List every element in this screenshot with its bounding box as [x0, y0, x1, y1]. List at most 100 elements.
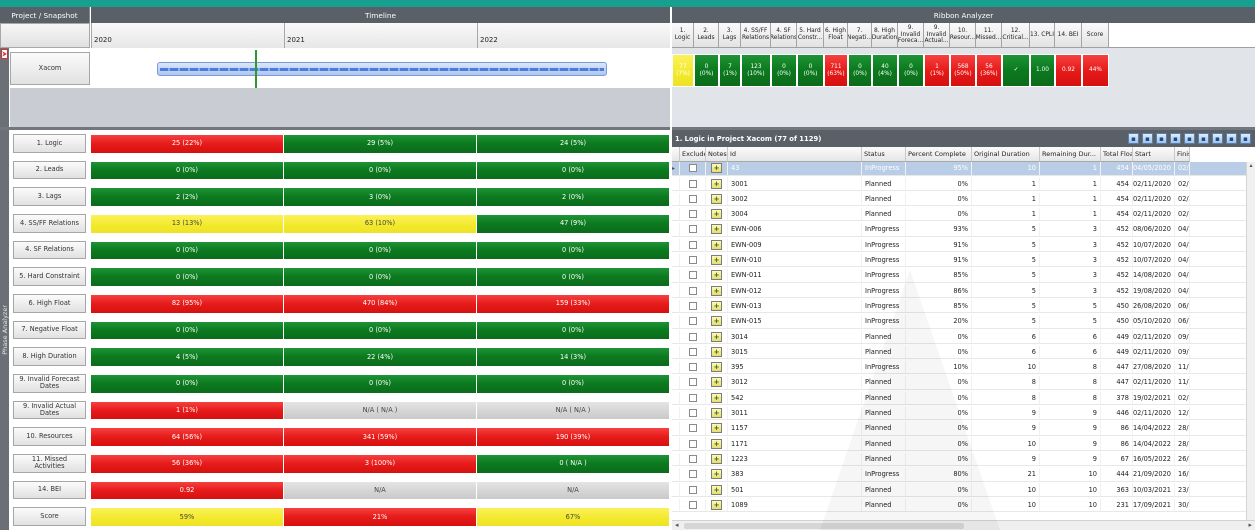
table-row[interactable]: +EWN-015InProgress20%5545005/10/202006/1: [672, 315, 1253, 329]
phase-cell[interactable]: 56 (36%): [91, 455, 283, 473]
phase-cell[interactable]: 22 (4%): [284, 348, 476, 366]
ribbon-value-cell[interactable]: 568 (50%): [950, 54, 976, 87]
table-row[interactable]: +3012Planned0%8844702/11/202011/1: [672, 376, 1253, 390]
phase-cell[interactable]: 3 (100%): [284, 455, 476, 473]
add-note-icon[interactable]: +: [711, 209, 722, 220]
close-icon[interactable]: ▪: [1240, 133, 1251, 144]
grid-column-header[interactable]: Total Float: [1101, 147, 1133, 162]
table-row[interactable]: + EWN-010InProgress91%5345210/07/202004/1: [672, 253, 1253, 268]
exclude-checkbox[interactable]: [688, 332, 697, 341]
phase-cell[interactable]: 24 (5%): [477, 135, 669, 153]
phase-cell[interactable]: 29 (5%): [284, 135, 476, 153]
add-note-icon[interactable]: +: [711, 408, 722, 419]
ribbon-value-cell[interactable]: 123 (10%): [741, 54, 771, 87]
zoom-icon[interactable]: ▪: [1128, 133, 1139, 144]
table-row[interactable]: +3004Planned0%1145402/11/202002/1: [672, 207, 1253, 222]
exclude-icon[interactable]: ▪: [1226, 133, 1237, 144]
phase-cell[interactable]: 190 (39%): [477, 428, 669, 446]
phase-cell[interactable]: N/A: [284, 481, 476, 500]
scroll-right-icon[interactable]: ▸: [1248, 521, 1252, 529]
ribbon-value-cell[interactable]: 0 (0%): [848, 54, 872, 87]
grid-column-header[interactable]: Finish: [1175, 147, 1190, 162]
phase-cell[interactable]: 0 (0%): [284, 268, 476, 286]
phase-row-label[interactable]: 3. Lags: [13, 187, 86, 206]
table-row[interactable]: +542Planned0%8837819/02/202102/0: [672, 391, 1253, 406]
add-note-icon[interactable]: +: [711, 484, 722, 495]
ribbon-value-cell[interactable]: 0 (0%): [771, 54, 797, 87]
ribbon-value-cell[interactable]: 44%: [1082, 54, 1109, 87]
exclude-checkbox[interactable]: [688, 301, 697, 310]
table-row[interactable]: +1223Planned0%996716/05/202226/0: [672, 452, 1253, 467]
phase-cell[interactable]: N/A ( N/A ): [477, 401, 669, 420]
table-row[interactable]: +3011Planned0%9944602/11/202012/1: [672, 406, 1253, 421]
exclude-checkbox[interactable]: [688, 225, 697, 234]
ribbon-value-cell[interactable]: 1 (1%): [924, 54, 950, 87]
table-row[interactable]: +3015Planned0%6644902/11/202009/1: [672, 345, 1253, 360]
ribbon-column-header[interactable]: 4. SF Relations: [771, 23, 797, 47]
ribbon-column-header[interactable]: 1. Logic: [672, 23, 694, 47]
add-note-icon[interactable]: +: [711, 362, 722, 373]
ribbon-column-header[interactable]: Score: [1082, 23, 1109, 47]
exclude-checkbox[interactable]: [688, 393, 697, 402]
scroll-up-icon[interactable]: ▴: [1247, 162, 1255, 171]
table-row[interactable]: +501Planned0%101036310/03/202123/0: [672, 483, 1253, 497]
add-note-icon[interactable]: +: [711, 270, 722, 281]
ribbon-value-cell[interactable]: 7 (1%): [719, 54, 741, 87]
table-row[interactable]: + EWN-011InProgress85%5345214/08/202004/1: [672, 269, 1253, 283]
add-note-icon[interactable]: +: [711, 469, 722, 480]
phase-cell[interactable]: 0 (0%): [91, 241, 283, 260]
table-row[interactable]: ▸ +43InProgress95%10145404/05/202002/1: [672, 162, 1253, 176]
clear-filter-icon[interactable]: ▪: [1156, 133, 1167, 144]
ribbon-value-cell[interactable]: 0.92: [1055, 54, 1082, 87]
phase-cell[interactable]: 0 (0%): [284, 375, 476, 393]
add-note-icon[interactable]: +: [711, 346, 722, 357]
settings-icon[interactable]: ▪: [1212, 133, 1223, 144]
ribbon-column-header[interactable]: 3. Lags: [719, 23, 741, 47]
phase-cell[interactable]: 0 (0%): [284, 241, 476, 260]
filter-icon[interactable]: ▪: [1142, 133, 1153, 144]
exclude-checkbox[interactable]: [688, 271, 697, 280]
phase-cell[interactable]: 82 (95%): [91, 295, 283, 313]
table-row[interactable]: +395InProgress10%10844727/08/202011/1: [672, 360, 1253, 375]
ribbon-value-cell[interactable]: 40 (4%): [872, 54, 898, 87]
phase-cell[interactable]: N/A: [477, 481, 669, 500]
table-row[interactable]: +3002Planned0%1145402/11/202002/1: [672, 192, 1253, 207]
table-row[interactable]: +EWN-013InProgress85%5545026/08/202006/1: [672, 299, 1253, 314]
phase-cell[interactable]: 64 (56%): [91, 428, 283, 446]
exclude-checkbox[interactable]: [688, 317, 697, 326]
phase-cell[interactable]: 0 (0%): [91, 375, 283, 393]
grid-column-header[interactable]: Start: [1133, 147, 1175, 162]
table-row[interactable]: +383InProgress80%211044421/09/202016/1: [672, 468, 1253, 482]
ribbon-column-header[interactable]: 5. Hard Constr...: [797, 23, 824, 47]
table-row[interactable]: +1171Planned0%1098614/04/202228/0: [672, 437, 1253, 451]
grid-column-header[interactable]: Original Duration: [972, 147, 1040, 162]
add-note-icon[interactable]: +: [711, 239, 722, 250]
phase-cell[interactable]: 47 (9%): [477, 215, 669, 233]
phase-cell[interactable]: 21%: [284, 508, 476, 526]
exclude-checkbox[interactable]: [688, 485, 697, 494]
ribbon-column-header[interactable]: 12. Critical...: [1002, 23, 1030, 47]
exclude-checkbox[interactable]: [688, 424, 697, 433]
ribbon-column-header[interactable]: 7. Negati...: [848, 23, 872, 47]
exclude-checkbox[interactable]: [688, 179, 697, 188]
phase-row-label[interactable]: 9. Invalid Forecast Dates: [13, 374, 86, 393]
export-icon[interactable]: ▪: [1184, 133, 1195, 144]
ribbon-column-header[interactable]: 9. Invalid Actual...: [924, 23, 950, 47]
add-note-icon[interactable]: +: [711, 423, 722, 434]
phase-cell[interactable]: 0 (0%): [477, 321, 669, 340]
exclude-checkbox[interactable]: [688, 210, 697, 219]
exclude-checkbox[interactable]: [688, 164, 697, 173]
exclude-checkbox[interactable]: [688, 256, 697, 265]
ribbon-column-header[interactable]: 6. High Float: [824, 23, 848, 47]
grid-vertical-scrollbar[interactable]: ▴: [1246, 162, 1255, 520]
phase-cell[interactable]: 13 (13%): [91, 215, 283, 233]
exclude-checkbox[interactable]: [688, 439, 697, 448]
add-note-icon[interactable]: +: [711, 331, 722, 342]
phase-cell[interactable]: 63 (10%): [284, 215, 476, 233]
phase-row-label[interactable]: 8. High Duration: [13, 347, 86, 366]
grid-column-header[interactable]: Percent Complete: [906, 147, 972, 162]
phase-cell[interactable]: 4 (5%): [91, 348, 283, 366]
ribbon-value-cell[interactable]: 77 (7%): [672, 54, 694, 87]
add-note-icon[interactable]: +: [711, 377, 722, 388]
ribbon-column-header[interactable]: 11. Missed...: [976, 23, 1002, 47]
